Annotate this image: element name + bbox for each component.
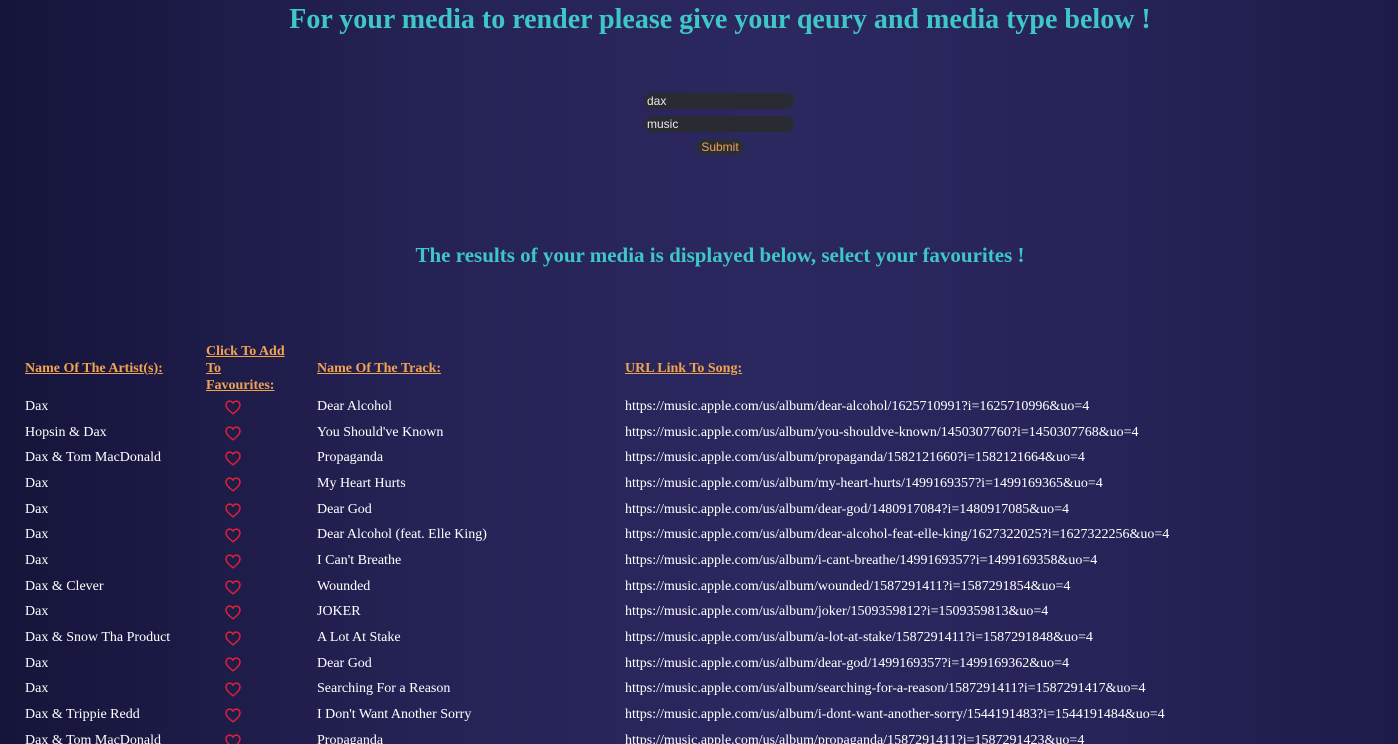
- query-input[interactable]: [644, 93, 794, 109]
- url-cell[interactable]: https://music.apple.com/us/album/i-dont-…: [623, 702, 1171, 728]
- artist-cell: Dax: [25, 527, 49, 543]
- table-row: Dax Dear Alcohol (feat. Elle King) https:/…: [23, 522, 1171, 548]
- track-cell: A Lot At Stake: [317, 630, 401, 646]
- artist-cell: Dax: [25, 552, 49, 568]
- url-cell[interactable]: https://music.apple.com/us/album/a-lot-a…: [623, 625, 1171, 651]
- track-cell: Propaganda: [317, 732, 384, 744]
- results-table: Name Of The Artist(s): Click To Add To F…: [23, 343, 1171, 744]
- url-cell[interactable]: https://music.apple.com/us/album/i-cant-…: [623, 548, 1171, 574]
- url-cell[interactable]: https://music.apple.com/us/album/dear-go…: [623, 497, 1171, 523]
- table-row: Dax & Clever Wounded https://music.apple.c…: [23, 574, 1171, 600]
- header-favourite: Click To Add To Favourites:: [204, 343, 315, 394]
- track-cell: I Can't Breathe: [317, 552, 402, 568]
- track-cell: Dear Alcohol: [317, 398, 393, 414]
- artist-cell: Dax & Snow Tha Product: [25, 630, 171, 646]
- favourite-cell: [204, 600, 315, 626]
- heart-icon[interactable]: [225, 451, 241, 466]
- url-cell[interactable]: https://music.apple.com/us/album/my-hear…: [623, 471, 1171, 497]
- url-cell[interactable]: https://music.apple.com/us/album/dear-al…: [623, 522, 1171, 548]
- table-row: Dax Dear God https://music.apple.com/us/al…: [23, 497, 1171, 523]
- header-artist: Name Of The Artist(s):: [25, 361, 163, 376]
- table-row: Dax & Trippie Redd I Don't Want Another S…: [23, 702, 1171, 728]
- favourite-cell: [204, 677, 315, 703]
- artist-cell: Dax: [25, 501, 49, 517]
- track-cell: Wounded: [317, 578, 371, 594]
- heart-icon[interactable]: [225, 631, 241, 646]
- table-row: Dax JOKER https://music.apple.com/us/album…: [23, 600, 1171, 626]
- heart-icon[interactable]: [225, 657, 241, 672]
- heart-icon[interactable]: [225, 708, 241, 723]
- header-favourite-label: Click To Add To Favourites:: [206, 344, 285, 393]
- favourite-cell: [204, 651, 315, 677]
- artist-cell: Dax: [25, 681, 49, 697]
- track-cell: JOKER: [317, 604, 361, 620]
- favourite-cell: [204, 702, 315, 728]
- favourite-cell: [204, 522, 315, 548]
- table-row: Dax & Tom MacDonald Propaganda https://mus…: [23, 445, 1171, 471]
- heart-icon[interactable]: [225, 425, 241, 441]
- url-cell[interactable]: https://music.apple.com/us/album/dear-go…: [623, 651, 1171, 677]
- favourite-cell: [204, 728, 315, 744]
- media-type-input[interactable]: [644, 116, 794, 132]
- track-cell: You Should've Known: [317, 424, 444, 440]
- table-row: Dax My Heart Hurts https://music.apple.com…: [23, 471, 1171, 497]
- track-cell: I Don't Want Another Sorry: [317, 707, 472, 723]
- url-cell[interactable]: https://music.apple.com/us/album/wounded…: [623, 574, 1171, 600]
- track-cell: My Heart Hurts: [317, 475, 406, 491]
- track-cell: Propaganda: [317, 450, 384, 466]
- header-url: URL Link To Song:: [625, 361, 743, 376]
- results-heading: The results of your media is displayed b…: [415, 243, 1025, 267]
- artist-cell: Dax & Trippie Redd: [25, 707, 140, 723]
- artist-cell: Dax: [25, 398, 49, 414]
- artist-cell: Dax & Clever: [25, 578, 104, 594]
- artist-cell: Dax: [25, 604, 49, 620]
- favourite-cell: [204, 625, 315, 651]
- results-body: Dax Dear Alcohol https://music.apple.com/u…: [23, 394, 1171, 744]
- page-title: For your media to render please give you…: [289, 4, 1151, 35]
- track-cell: Dear Alcohol (feat. Elle King): [317, 527, 487, 543]
- url-cell[interactable]: https://music.apple.com/us/album/propaga…: [623, 445, 1171, 471]
- favourite-cell: [204, 394, 315, 420]
- heart-icon[interactable]: [225, 605, 241, 620]
- table-row: Hopsin & Dax You Should've Known https://m…: [23, 420, 1171, 446]
- favourite-cell: [204, 574, 315, 600]
- table-row: Dax Searching For a Reason https://music.a…: [23, 677, 1171, 703]
- artist-cell: Dax & Tom MacDonald: [25, 450, 162, 466]
- submit-button[interactable]: Submit: [696, 139, 744, 155]
- heart-icon[interactable]: [225, 477, 241, 492]
- table-row: Dax & Tom MacDonald Propaganda https://mus…: [23, 728, 1171, 744]
- track-cell: Dear God: [317, 501, 372, 517]
- heart-icon[interactable]: [225, 528, 241, 543]
- heart-icon[interactable]: [225, 400, 241, 415]
- url-cell[interactable]: https://music.apple.com/us/album/propaga…: [623, 728, 1171, 744]
- artist-cell: Dax & Tom MacDonald: [25, 732, 162, 744]
- favourite-cell: [204, 420, 315, 446]
- url-cell[interactable]: https://music.apple.com/us/album/joker/1…: [623, 600, 1171, 626]
- search-form: Submit: [644, 93, 794, 155]
- table-row: Dax I Can't Breathe https://music.apple.co…: [23, 548, 1171, 574]
- url-cell[interactable]: https://music.apple.com/us/album/you-sho…: [623, 420, 1171, 446]
- url-cell[interactable]: https://music.apple.com/us/album/searchi…: [623, 677, 1171, 703]
- heart-icon[interactable]: [225, 682, 241, 697]
- header-track: Name Of The Track:: [317, 361, 442, 376]
- heart-icon[interactable]: [225, 554, 241, 569]
- track-cell: Searching For a Reason: [317, 681, 451, 697]
- track-cell: Dear God: [317, 655, 372, 671]
- heart-icon[interactable]: [225, 580, 241, 595]
- heart-icon[interactable]: [225, 734, 241, 744]
- artist-cell: Hopsin & Dax: [25, 424, 107, 440]
- favourite-cell: [204, 548, 315, 574]
- table-row: Dax Dear God https://music.apple.com/us/al…: [23, 651, 1171, 677]
- artist-cell: Dax: [25, 655, 49, 671]
- heart-icon[interactable]: [225, 503, 241, 518]
- url-cell[interactable]: https://music.apple.com/us/album/dear-al…: [623, 394, 1171, 420]
- favourite-cell: [204, 445, 315, 471]
- favourite-cell: [204, 471, 315, 497]
- table-header-row: Name Of The Artist(s): Click To Add To F…: [23, 343, 1171, 394]
- favourite-cell: [204, 497, 315, 523]
- artist-cell: Dax: [25, 475, 49, 491]
- table-row: Dax Dear Alcohol https://music.apple.com/u…: [23, 394, 1171, 420]
- table-row: Dax & Snow Tha Product A Lot At Stake http…: [23, 625, 1171, 651]
